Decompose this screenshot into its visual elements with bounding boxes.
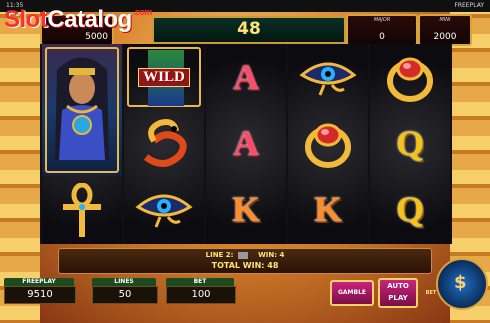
reel-1 [42,44,122,244]
letter-a: A [233,123,259,163]
symbol-A: A [206,110,286,176]
cleopatra-symbol [42,44,122,176]
ring-icon [305,123,351,168]
letter-q: Q [395,123,424,163]
spin-button[interactable]: $ [436,258,488,310]
symbol-Q: Q [370,176,450,242]
mini-jackpot: MINI 2000 [418,14,472,46]
left-pillar [0,0,40,323]
line-win-row: LINE 2: WIN: 4 [59,251,431,259]
reel-4: K [288,44,368,244]
win-info-bar: LINE 2: WIN: 4 TOTAL WIN: 48 [58,248,432,274]
logo-part-1: Slot [4,6,48,33]
dollar-icon: $ [454,272,467,293]
logo-part-2: Catalog [47,6,132,33]
ankh-icon [63,183,101,237]
ring-symbol [288,110,368,176]
symbol-Q: Q [370,110,450,176]
symbol-K: K [288,176,368,242]
win-value: 48 [237,19,261,39]
win-frame [45,47,119,173]
reel-grid: WILD A A K K Q Q [40,44,452,244]
bet-panel[interactable]: BET 100 [166,278,236,304]
line-label: LINE 2: [205,251,234,259]
eye-symbol [124,176,204,242]
lines-panel[interactable]: LINES 50 [92,278,158,304]
letter-k: K [231,189,260,229]
bet-value[interactable]: 100 [166,286,236,304]
watermark-logo: SlotCatalog.com [4,6,153,34]
reel-2: WILD [124,44,204,244]
major-jackpot: MAJOR 0 [346,14,418,46]
ankh-symbol [42,178,122,244]
autoplay-button[interactable]: AUTO PLAY [378,278,418,308]
major-value: 0 [379,32,385,42]
line-win: WIN: 4 [258,251,285,259]
snake-symbol [124,110,204,176]
line-symbol-icon [238,251,249,259]
freeplay-value: 9510 [4,286,76,304]
letter-a: A [233,57,259,97]
game-screen: 11:35 FREEPLAY 5000 48 MAJOR 0 MINI 2000… [0,0,490,323]
major-label: MAJOR [373,17,391,23]
gamble-button[interactable]: GAMBLE [330,280,374,306]
freeplay-panel: FREEPLAY 9510 [4,278,76,304]
mode-label: FREEPLAY [454,2,484,9]
bet-label: BET [166,278,234,286]
eye-of-horus-icon [135,194,193,228]
logo-part-3: .com [132,7,153,17]
lines-value[interactable]: 50 [92,286,158,304]
symbol-K: K [206,176,286,242]
eye-of-horus-icon [299,62,357,96]
eye-symbol [288,44,368,110]
mini-value: 2000 [433,32,457,42]
symbol-A: A [206,44,286,110]
mini-label: MINI [439,17,451,23]
wild-symbol: WILD [124,44,204,110]
wild-label: WILD [138,67,190,87]
snake-icon [143,119,187,167]
win-panel: 48 [152,16,346,44]
letter-q: Q [395,189,424,229]
freeplay-label: FREEPLAY [4,278,74,286]
ring-icon [387,57,433,102]
letter-k: K [313,189,342,229]
reel-5: Q Q [370,44,450,244]
autoplay-label-bottom: PLAY [388,294,408,302]
autoplay-label-top: AUTO [387,282,409,290]
lines-label: LINES [92,278,156,286]
total-win: TOTAL WIN: 48 [211,261,279,270]
reel-3: A A K [206,44,286,244]
ring-symbol [370,44,450,110]
